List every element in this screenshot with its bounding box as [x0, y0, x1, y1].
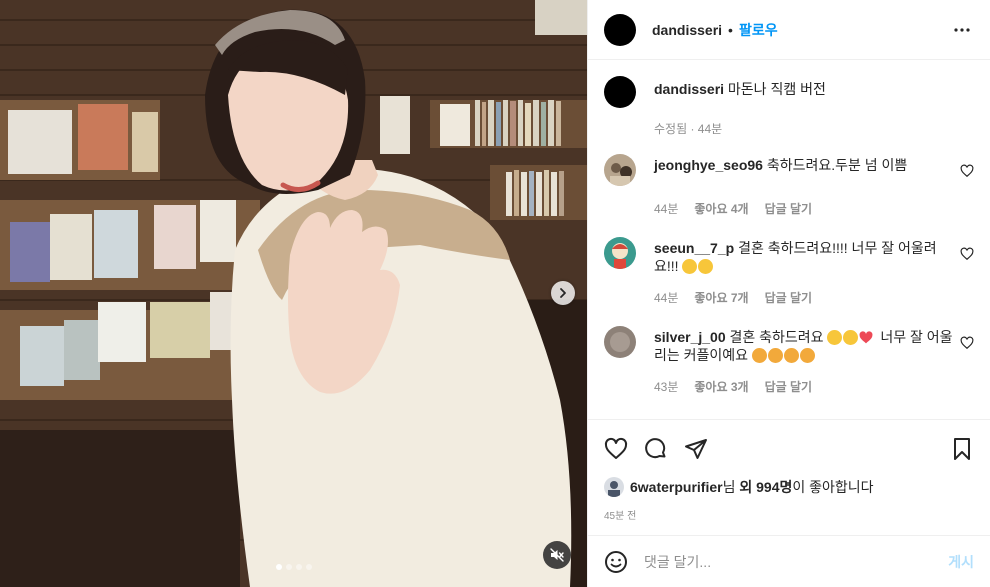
- caption-username[interactable]: dandisseri: [654, 81, 724, 97]
- comment-button[interactable]: [644, 437, 668, 461]
- post-comment-button[interactable]: 게시: [948, 552, 974, 572]
- caption-text-block: dandisseri 마돈나 직캠 버전: [654, 76, 826, 108]
- comment-time: 44분: [654, 291, 679, 305]
- comment-body: silver_j_00 결혼 축하드려요 너무 잘 어울리는 커플이예요: [654, 326, 954, 364]
- follow-button[interactable]: 팔로우: [739, 20, 778, 40]
- carousel-indicator: [0, 564, 587, 570]
- commenter-avatar[interactable]: [604, 326, 636, 358]
- liker-avatar[interactable]: [604, 477, 624, 497]
- post-timestamp[interactable]: 45분 전: [588, 497, 990, 535]
- post-action-bar: [588, 419, 990, 477]
- commenter-avatar[interactable]: [604, 154, 636, 186]
- comment-body: seeun__7_p 결혼 축하드려요!!!! 너무 잘 어울려요!!!: [654, 237, 954, 275]
- reply-button[interactable]: 답글 달기: [765, 200, 813, 217]
- smiley-icon: [605, 550, 627, 573]
- emoji-face-icon: [682, 259, 698, 274]
- comment-text: 축하드려요.두분 넘 이쁨: [766, 157, 908, 173]
- commenter-avatar[interactable]: [604, 237, 636, 269]
- reply-button[interactable]: 답글 달기: [765, 289, 813, 306]
- emoji-face-icon: [799, 348, 815, 363]
- video-frame: [0, 0, 587, 587]
- carousel-dot: [295, 564, 302, 570]
- comment-likes-link[interactable]: 좋아요 4개: [694, 200, 748, 217]
- emoji-face-icon: [751, 348, 767, 363]
- likes-others-link[interactable]: 외 994명: [739, 479, 792, 495]
- emoji-face-icon: [783, 348, 799, 363]
- comment-heart-icon[interactable]: [960, 336, 974, 350]
- comment-heart-icon[interactable]: [960, 247, 974, 261]
- emoji-face-icon: [698, 259, 714, 274]
- comment-icon: [645, 437, 666, 458]
- emoji-star-eyes-icon: [843, 330, 859, 345]
- share-icon: [685, 438, 707, 459]
- comment-username[interactable]: jeonghye_seo96: [654, 157, 763, 173]
- heart-icon: [604, 437, 628, 459]
- comment-username[interactable]: silver_j_00: [654, 329, 726, 345]
- carousel-next-button[interactable]: [551, 281, 575, 305]
- carousel-dot: [285, 564, 292, 570]
- chevron-right-icon: [560, 288, 566, 298]
- red-heart-emoji-icon: [859, 331, 873, 344]
- share-button[interactable]: [684, 437, 708, 461]
- comments-list: dandisseri 마돈나 직캠 버전 수정됨 · 44분 jeonghye_…: [588, 60, 990, 419]
- comment-meta: 44분 좋아요 7개 답글 달기: [654, 289, 974, 306]
- caption-meta: 수정됨 · 44분: [654, 120, 974, 137]
- carousel-dot-active: [275, 564, 282, 570]
- add-comment-bar: 게시: [588, 535, 990, 587]
- comment-meta: 43분 좋아요 3개 답글 달기: [654, 378, 974, 395]
- author-avatar[interactable]: [604, 13, 636, 46]
- emoji-face-icon: [767, 348, 783, 363]
- comment-time: 44분: [654, 202, 679, 216]
- likes-suffix: 이 좋아합니다: [792, 479, 874, 495]
- post-header: dandisseri • 팔로우: [588, 0, 990, 60]
- post-video[interactable]: [0, 0, 587, 587]
- more-horizontal-icon: [954, 27, 970, 32]
- comment-likes-link[interactable]: 좋아요 3개: [694, 378, 748, 395]
- likes-suffix: 님: [722, 479, 740, 495]
- post-dialog: dandisseri • 팔로우 dandisseri 마돈나 직캠 버전 수정…: [0, 0, 990, 587]
- comment-meta: 44분 좋아요 4개 답글 달기: [654, 200, 974, 217]
- comment-body: jeonghye_seo96 축하드려요.두분 넘 이쁨: [654, 154, 954, 186]
- liker-username[interactable]: 6waterpurifier: [630, 479, 723, 495]
- header-separator: •: [728, 21, 733, 38]
- reply-button[interactable]: 답글 달기: [765, 378, 813, 395]
- caption-text: 마돈나 직캠 버전: [727, 81, 826, 97]
- comment-text: 결혼 축하드려요: [729, 329, 824, 345]
- likes-text: 6waterpurifier님 외 994명이 좋아합니다: [630, 477, 874, 497]
- comment-input[interactable]: [644, 553, 949, 570]
- comment-likes-link[interactable]: 좋아요 7개: [694, 289, 748, 306]
- save-button[interactable]: [950, 437, 974, 461]
- comment-item: silver_j_00 결혼 축하드려요 너무 잘 어울리는 커플이예요: [604, 326, 974, 364]
- likes-summary: 6waterpurifier님 외 994명이 좋아합니다: [588, 477, 990, 497]
- post-side-panel: dandisseri • 팔로우 dandisseri 마돈나 직캠 버전 수정…: [587, 0, 990, 587]
- more-options-button[interactable]: [950, 18, 974, 42]
- comment-username[interactable]: seeun__7_p: [654, 240, 734, 256]
- emoji-star-eyes-icon: [827, 330, 843, 345]
- author-avatar[interactable]: [604, 76, 636, 108]
- carousel-dot: [305, 564, 312, 570]
- caption-edited-time: 수정됨 · 44분: [654, 122, 723, 136]
- author-username[interactable]: dandisseri: [652, 22, 722, 38]
- emoji-picker-button[interactable]: [604, 550, 628, 574]
- comment-item: seeun__7_p 결혼 축하드려요!!!! 너무 잘 어울려요!!!: [604, 237, 974, 275]
- comment-item: jeonghye_seo96 축하드려요.두분 넘 이쁨: [604, 154, 974, 186]
- comment-time: 43분: [654, 380, 679, 394]
- post-caption: dandisseri 마돈나 직캠 버전: [604, 76, 974, 108]
- muted-speaker-icon: [550, 548, 564, 562]
- like-button[interactable]: [604, 437, 628, 461]
- comment-heart-icon[interactable]: [960, 164, 974, 178]
- bookmark-icon: [954, 437, 970, 460]
